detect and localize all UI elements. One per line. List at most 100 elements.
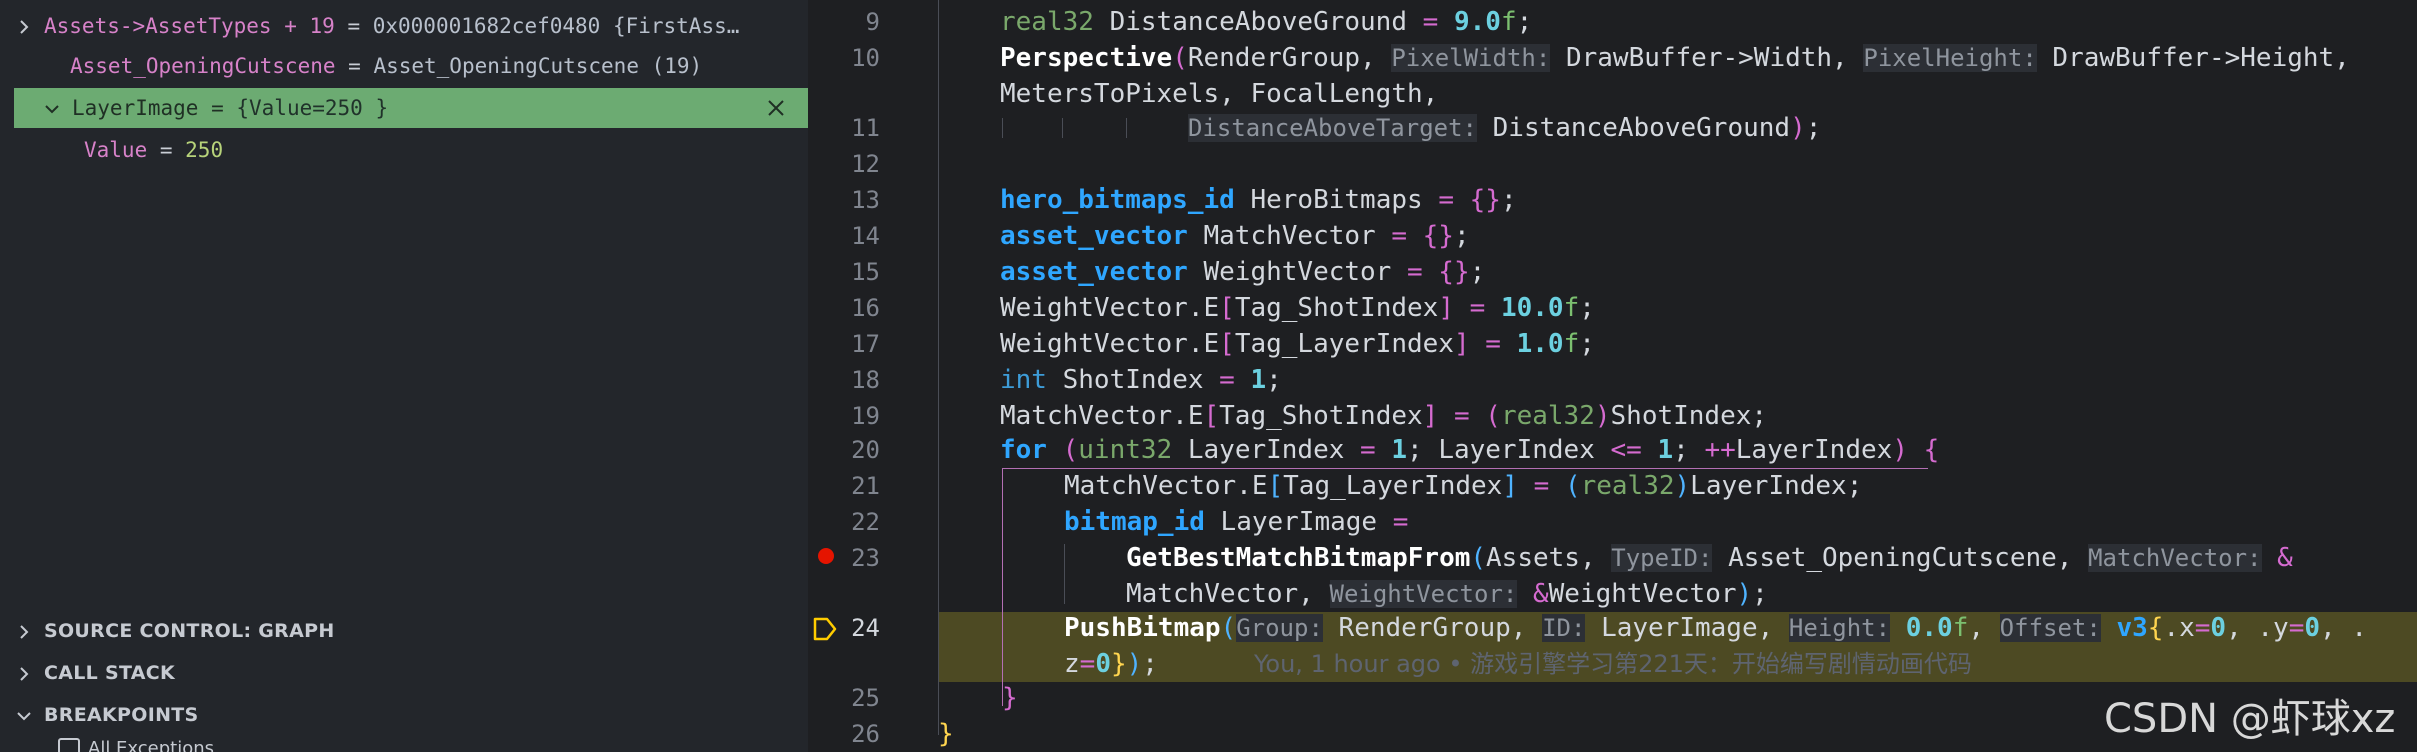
token: LayerIndex;: [1690, 471, 1863, 501]
token: 0.0: [1890, 613, 1953, 643]
token: 0: [2210, 613, 2227, 643]
section-label: SOURCE CONTROL: GRAPH: [44, 620, 335, 642]
token: MatchVector.E: [1064, 471, 1268, 501]
token: {}: [1422, 257, 1470, 287]
code-line-21[interactable]: MatchVector.E[Tag_LayerIndex] = (real32)…: [1064, 468, 1862, 504]
checkbox[interactable]: [58, 738, 80, 752]
token: &: [2261, 543, 2293, 573]
chevron-down-icon: [17, 711, 31, 720]
code-line-10[interactable]: Perspective(RenderGroup, PixelWidth: Dra…: [1000, 40, 2350, 76]
line-number: 13: [851, 186, 880, 214]
line-number: 9: [865, 8, 880, 36]
token: =: [1079, 649, 1096, 679]
variable-row-asset-types[interactable]: Assets->AssetTypes + 19 = 0x000001682cef…: [14, 6, 808, 46]
token: ,: [1968, 613, 2000, 643]
token: ;: [1579, 293, 1595, 323]
line-number: 19: [851, 402, 880, 430]
variable-value: Asset_OpeningCutscene (19): [373, 54, 703, 78]
token: HeroBitmaps: [1234, 185, 1439, 215]
token: , .: [2320, 613, 2367, 643]
token: ShotIndex;: [1610, 401, 1768, 431]
chevron-right-icon[interactable]: [14, 17, 34, 37]
token: ): [1594, 401, 1611, 431]
code-line-17[interactable]: WeightVector.E[Tag_LayerIndex] = 1.0f;: [1000, 326, 1595, 362]
section-label: CALL STACK: [44, 662, 176, 684]
code-line-23-wrap[interactable]: MatchVector, WeightVector: &WeightVector…: [1126, 576, 1768, 612]
code-line-25[interactable]: }: [1002, 680, 1018, 716]
token: , .y: [2226, 613, 2289, 643]
token: MatchVector: [1187, 221, 1392, 251]
token: [: [1219, 293, 1235, 323]
token: Assets,: [1486, 543, 1612, 573]
token: ]: [1422, 401, 1439, 431]
line-number: 25: [851, 684, 880, 712]
code-line-14[interactable]: asset_vector MatchVector = {};: [1000, 218, 1470, 254]
code-line-26[interactable]: }: [938, 716, 954, 752]
token: for: [1000, 435, 1047, 465]
line-number: 24: [851, 614, 880, 642]
token: &: [1517, 579, 1549, 609]
line-number: 18: [851, 366, 880, 394]
token: <=: [1610, 435, 1642, 465]
close-icon[interactable]: [764, 96, 788, 120]
variable-row-value[interactable]: Value = 250: [84, 130, 808, 170]
token: z: [1064, 649, 1080, 679]
code-line-11[interactable]: DistanceAboveTarget: DistanceAboveGround…: [1188, 110, 1821, 146]
code-line-9[interactable]: real32 DistanceAboveGround = 9.0f;: [1000, 4, 1532, 40]
code-line-15[interactable]: asset_vector WeightVector = {};: [1000, 254, 1485, 290]
token: WeightVector: [1548, 579, 1737, 609]
variable-equals: =: [334, 14, 373, 38]
section-source-control-graph[interactable]: SOURCE CONTROL: GRAPH: [14, 611, 808, 651]
token: ;: [1469, 257, 1486, 287]
chevron-right-icon: [20, 666, 29, 681]
token: ;: [1453, 221, 1470, 251]
code-line-10-wrap[interactable]: MetersToPixels, FocalLength,: [1000, 76, 1438, 112]
token: bitmap_id: [1064, 507, 1205, 537]
token: PushBitmap: [1064, 613, 1221, 643]
token: =: [1392, 507, 1409, 537]
token: asset_vector: [1000, 257, 1188, 287]
variable-value: 250: [185, 138, 224, 162]
token: Tag_ShotIndex: [1219, 401, 1423, 431]
token: =: [1360, 435, 1376, 465]
token: Tag_LayerIndex: [1234, 329, 1454, 359]
token: {}: [1407, 221, 1454, 251]
token: ]: [1502, 471, 1518, 501]
token: 1: [1234, 365, 1267, 395]
line-number: 17: [851, 330, 880, 358]
indent-guide: [1064, 544, 1065, 604]
variable-value: 0x000001682cef0480 {FirstAss…: [372, 14, 740, 38]
token: 0: [1095, 649, 1111, 679]
token: ;: [1516, 7, 1533, 37]
token: v3: [2100, 613, 2148, 643]
token: =: [1438, 185, 1454, 215]
code-line-19[interactable]: MatchVector.E[Tag_ShotIndex] = (real32)S…: [1000, 398, 1767, 434]
section-breakpoints[interactable]: BREAKPOINTS: [14, 695, 808, 735]
code-line-13[interactable]: hero_bitmaps_id HeroBitmaps = {};: [1000, 182, 1517, 218]
section-call-stack[interactable]: CALL STACK: [14, 653, 808, 693]
token: hero_bitmaps_id: [1000, 185, 1235, 215]
line-number: 20: [851, 436, 880, 464]
token: .x: [2163, 613, 2195, 643]
indent-guide: [1002, 118, 1003, 138]
breakpoint-all-exceptions[interactable]: All Exceptions: [58, 738, 214, 752]
chevron-down-icon[interactable]: [42, 99, 62, 119]
token: f: [1952, 613, 1969, 643]
token: ]: [1453, 329, 1470, 359]
code-line-16[interactable]: WeightVector.E[Tag_ShotIndex] = 10.0f;: [1000, 290, 1595, 326]
code-line-23[interactable]: GetBestMatchBitmapFrom(Assets, TypeID: A…: [1126, 540, 2293, 576]
token: (: [1470, 543, 1487, 573]
variable-value: {Value=250 }: [236, 96, 389, 120]
code-line-18[interactable]: int ShotIndex = 1;: [1000, 362, 1282, 398]
code-line-24-wrap[interactable]: z=0}); You, 1 hour ago • 游戏引擎学习第221天：开始编写…: [1064, 646, 1972, 682]
token: [: [1267, 471, 1284, 501]
variable-row-layer-image[interactable]: LayerImage = {Value=250 }: [14, 88, 808, 128]
code-line-20[interactable]: for (uint32 LayerIndex = 1; LayerIndex <…: [1000, 432, 1939, 468]
token: =: [1422, 7, 1439, 37]
inlay-hint: PixelHeight:: [1863, 44, 2037, 72]
variable-row-opening-cutscene[interactable]: Asset_OpeningCutscene = Asset_OpeningCut…: [70, 46, 808, 86]
token: asset_vector: [1000, 221, 1188, 251]
code-line-24[interactable]: PushBitmap(Group: RenderGroup, ID: Layer…: [1064, 610, 2367, 646]
code-line-22[interactable]: bitmap_id LayerImage =: [1064, 504, 1408, 540]
token: ): [1790, 113, 1806, 143]
